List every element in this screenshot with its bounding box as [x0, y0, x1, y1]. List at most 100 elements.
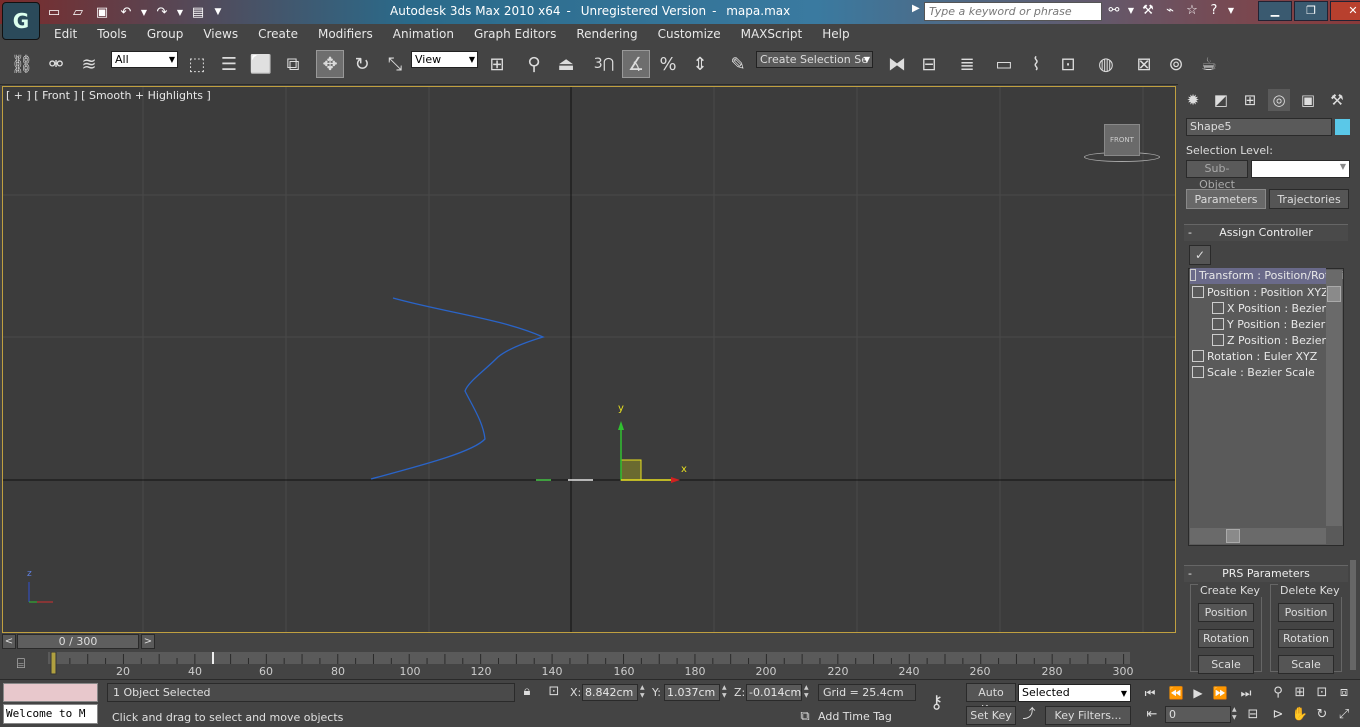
undo-dropdown-icon[interactable]: ▼	[140, 3, 148, 21]
time-slider[interactable]: 0 / 300	[17, 634, 139, 649]
window-crossing-icon[interactable]: ⧉	[279, 50, 307, 78]
keyboard-shortcut-override-icon[interactable]: ⏏	[552, 50, 580, 78]
current-frame-field[interactable]: 0	[1165, 706, 1231, 723]
sub-object-dropdown[interactable]	[1251, 160, 1350, 178]
go-to-end-icon[interactable]: ⏭	[1236, 684, 1256, 702]
object-color-swatch[interactable]	[1335, 119, 1350, 135]
menu-create[interactable]: Create	[248, 24, 308, 44]
tree-hscroll-thumb[interactable]	[1226, 529, 1240, 543]
pivot-center-icon[interactable]: ⊞	[483, 50, 511, 78]
zoom-icon[interactable]: ⚲	[1268, 684, 1288, 702]
menu-modifiers[interactable]: Modifiers	[308, 24, 383, 44]
maximize-viewport-icon[interactable]: ⤢	[1334, 706, 1354, 724]
viewcube[interactable]: FRONT	[1104, 124, 1140, 156]
schematic-view-icon[interactable]: ⊡	[1054, 50, 1082, 78]
search-input[interactable]: Type a keyword or phrase	[924, 2, 1102, 21]
previous-frame-icon[interactable]: ⏪	[1166, 684, 1186, 702]
named-selection-set-dropdown[interactable]: Create Selection Se	[756, 51, 873, 68]
set-key-button[interactable]: Set Key	[966, 706, 1016, 725]
tree-vertical-scrollbar[interactable]	[1326, 270, 1342, 526]
select-manipulate-icon[interactable]: ⚲	[520, 50, 548, 78]
open-file-icon[interactable]: ▱	[68, 3, 88, 21]
spinner-snap-icon[interactable]: ⇕	[686, 50, 714, 78]
trajectories-button[interactable]: Trajectories	[1269, 189, 1349, 209]
menu-customize[interactable]: Customize	[648, 24, 731, 44]
percent-snap-icon[interactable]: %	[654, 50, 682, 78]
tree-item-scale[interactable]: Scale : Bezier Scale	[1192, 365, 1326, 381]
create-tab-icon[interactable]: ✹	[1182, 89, 1204, 111]
key-mode-toggle-icon[interactable]: ⇤	[1143, 706, 1161, 724]
render-production-icon[interactable]: ☕	[1195, 50, 1223, 78]
render-setup-icon[interactable]: ⊠	[1130, 50, 1158, 78]
field-of-view-icon[interactable]: ⊳	[1268, 706, 1288, 724]
x-spinner[interactable]: ▲ ▼	[640, 684, 647, 701]
app-logo-icon[interactable]: G	[2, 2, 40, 40]
unlink-icon[interactable]: ⚮	[42, 50, 70, 78]
menu-graph-editors[interactable]: Graph Editors	[464, 24, 566, 44]
next-frame-icon[interactable]: ⏩	[1210, 684, 1230, 702]
default-tangents-icon[interactable]: ⤴	[1020, 706, 1038, 724]
absolute-relative-transform-icon[interactable]: ⊡	[545, 683, 563, 701]
zoom-extents-icon[interactable]: ⊡	[1312, 684, 1332, 702]
utilities-tab-icon[interactable]: ⚒	[1326, 89, 1348, 111]
help-icon[interactable]: ?	[1205, 2, 1223, 20]
motion-tab-icon[interactable]: ◎	[1268, 89, 1290, 111]
tree-vscroll-thumb[interactable]	[1327, 286, 1341, 302]
select-and-rotate-icon[interactable]: ↻	[348, 50, 376, 78]
y-coordinate-field[interactable]: 1.037cm	[664, 684, 720, 701]
align-icon[interactable]: ⊟	[915, 50, 943, 78]
menu-tools[interactable]: Tools	[87, 24, 137, 44]
zoom-extents-all-icon[interactable]: ⧈	[1334, 684, 1354, 702]
curve-editor-icon[interactable]: ⌇	[1022, 50, 1050, 78]
select-and-scale-icon[interactable]: ⤡	[381, 50, 409, 78]
project-folder-icon[interactable]: ▤	[188, 3, 208, 21]
time-configuration-icon[interactable]: ⊟	[1244, 706, 1262, 724]
delete-rotation-key-button[interactable]: Rotation	[1278, 629, 1334, 648]
orbit-icon[interactable]: ↻	[1312, 706, 1332, 724]
menu-maxscript[interactable]: MAXScript	[731, 24, 813, 44]
frame-spinner[interactable]: ▲ ▼	[1232, 706, 1239, 723]
tree-horizontal-scrollbar[interactable]	[1190, 528, 1326, 544]
menu-rendering[interactable]: Rendering	[566, 24, 647, 44]
help-dropdown-icon[interactable]: ▼	[1227, 2, 1235, 20]
track-bar[interactable]	[0, 651, 1178, 678]
menu-edit[interactable]: Edit	[44, 24, 87, 44]
link-icon[interactable]: ⛓	[8, 50, 36, 78]
zoom-all-icon[interactable]: ⊞	[1290, 684, 1310, 702]
front-viewport[interactable]	[2, 86, 1176, 633]
object-name-field[interactable]: Shape5	[1186, 118, 1332, 136]
pan-view-icon[interactable]: ✋	[1290, 706, 1310, 724]
reference-coordinate-dropdown[interactable]: View	[411, 51, 478, 68]
create-scale-key-button[interactable]: Scale	[1198, 655, 1254, 674]
play-icon[interactable]: ▶	[1188, 684, 1208, 702]
material-editor-icon[interactable]: ◍	[1092, 50, 1120, 78]
maxscript-listener-output[interactable]: Welcome to M	[3, 704, 98, 724]
tree-item-rotation[interactable]: Rotation : Euler XYZ	[1192, 349, 1326, 365]
auto-key-button[interactable]: Auto Key	[966, 683, 1016, 716]
restore-icon[interactable]: ❐	[1294, 1, 1328, 21]
tree-item-y-position[interactable]: Y Position : Bezier Fl	[1212, 317, 1338, 333]
sub-object-button[interactable]: Sub-Object	[1186, 160, 1248, 191]
maxscript-listener-input[interactable]	[3, 683, 98, 702]
binoculars-icon[interactable]: ⚯	[1105, 2, 1123, 20]
set-key-icon[interactable]: ⚷	[930, 692, 954, 713]
redo-icon[interactable]: ↷	[152, 3, 172, 21]
menu-group[interactable]: Group	[137, 24, 194, 44]
quick-access-dropdown-icon[interactable]: ▼	[212, 3, 224, 21]
time-slider-prev-icon[interactable]: <	[2, 634, 16, 649]
parameters-button[interactable]: Parameters	[1186, 189, 1266, 209]
tree-item-z-position[interactable]: Z Position : Bezier Fl	[1212, 333, 1339, 349]
redo-dropdown-icon[interactable]: ▼	[176, 3, 184, 21]
go-to-start-icon[interactable]: ⏮	[1140, 684, 1160, 702]
new-file-icon[interactable]: ▭	[44, 3, 64, 21]
select-object-icon[interactable]: ⬚	[183, 50, 211, 78]
delete-position-key-button[interactable]: Position	[1278, 603, 1334, 622]
search-dropdown-icon[interactable]: ▼	[1127, 2, 1135, 20]
communication-center-icon[interactable]: ⌁	[1161, 2, 1179, 20]
edit-named-selection-icon[interactable]: ✎	[724, 50, 752, 78]
z-coordinate-field[interactable]: -0.014cm	[746, 684, 802, 701]
assign-controller-icon[interactable]: ✓	[1189, 245, 1211, 265]
snaps-toggle-icon[interactable]: 3 ⋂	[590, 50, 618, 78]
create-position-key-button[interactable]: Position	[1198, 603, 1254, 622]
prs-parameters-rollout-header[interactable]: - PRS Parameters	[1184, 565, 1348, 582]
